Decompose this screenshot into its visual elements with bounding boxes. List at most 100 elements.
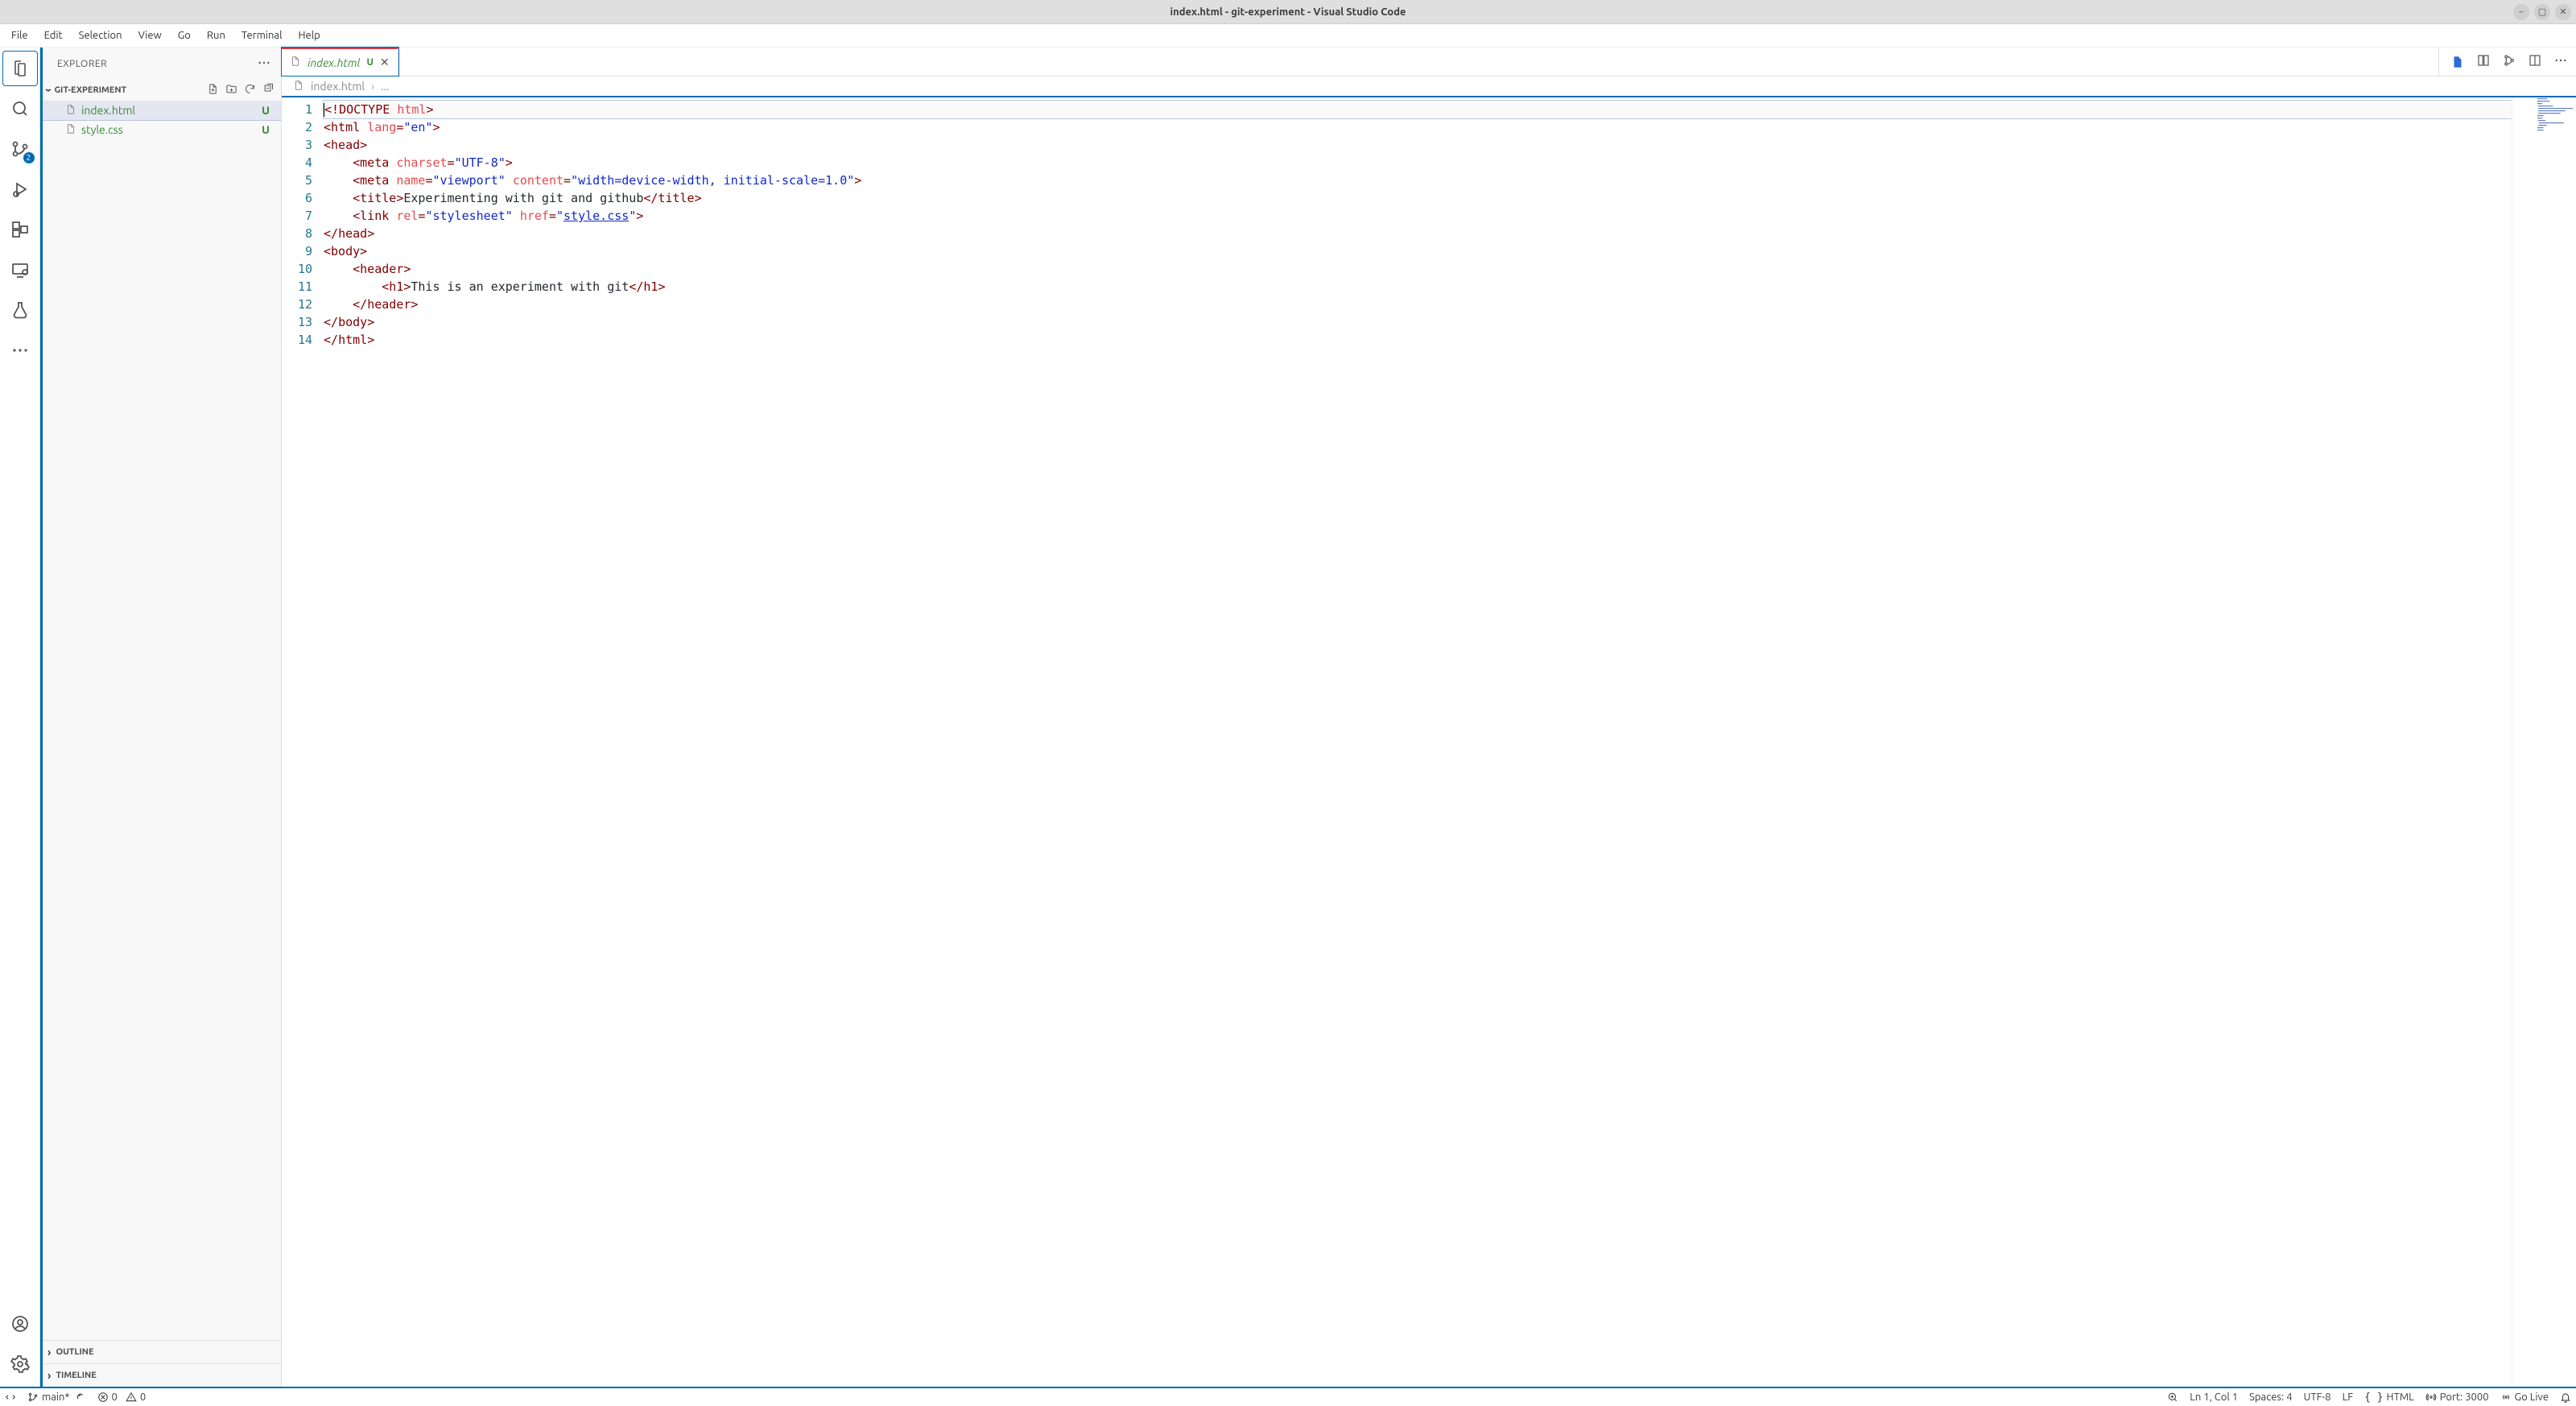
line-number: 5 [282,172,312,189]
timeline-section-header[interactable]: TIMELINE [43,1363,281,1387]
activity-search-icon[interactable] [2,91,38,126]
source-control-badge: 2 [23,152,35,163]
menu-item-edit[interactable]: Edit [36,27,71,44]
menubar: FileEditSelectionViewGoRunTerminalHelp [0,24,2576,47]
go-live-status[interactable]: Go Live [2500,1392,2549,1403]
activity-more-icon[interactable] [2,333,38,368]
line-number: 7 [282,207,312,225]
explorer-sidebar: EXPLORER GIT-EXPERIMENT index.htmlUstyle… [40,48,282,1387]
zoom-reset-icon[interactable] [2167,1392,2178,1403]
editor-area: index.html U ✕ index.html › ... 1234567891… [282,48,2576,1387]
explorer-header: EXPLORER [43,48,281,80]
activity-remote-icon[interactable] [2,252,38,287]
line-number-gutter: 1234567891011121314 [282,97,324,349]
problems-status[interactable]: 0 0 [97,1392,147,1403]
editor-tab-index-html[interactable]: index.html U ✕ [282,48,398,76]
menu-item-terminal[interactable]: Terminal [233,27,291,44]
language-mode-status[interactable]: { } HTML [2364,1392,2414,1404]
git-status-badge: U [366,57,373,68]
line-number: 9 [282,242,312,260]
file-icon [293,80,304,93]
editor-tabs: index.html U ✕ [282,48,2576,77]
git-status-badge: U [262,104,270,117]
code-line[interactable]: <body> [324,242,2576,260]
minimap[interactable]: ▀▀▀▀▀▀▀▀▀▀▀▀▀▀▀▀▀▀▀▀▀▀ ▀▀▀▀▀▀▀▀▀▀▀▀ ▀▀▀▀… [2512,97,2576,1387]
menu-item-run[interactable]: Run [199,27,233,44]
menu-item-go[interactable]: Go [170,27,199,44]
port-status[interactable]: Port: 3000 [2425,1392,2489,1403]
menu-item-file[interactable]: File [3,27,36,44]
warning-count: 0 [140,1392,146,1403]
new-folder-icon[interactable] [225,83,237,97]
code-line[interactable]: <meta charset="UTF-8"> [324,154,2576,172]
minimap-preview: ▀▀▀▀▀▀▀▀▀▀▀▀▀▀▀▀▀▀▀▀▀▀ ▀▀▀▀▀▀▀▀▀▀▀▀ ▀▀▀▀… [2537,99,2573,133]
tab-title: index.html [308,56,360,69]
eol-status[interactable]: LF [2343,1392,2353,1403]
code-line[interactable]: <h1>This is an experiment with git</h1> [324,278,2576,296]
menu-item-help[interactable]: Help [290,27,328,44]
explorer-more-icon[interactable] [257,56,271,72]
explorer-title: EXPLORER [57,59,107,69]
editor-actions [2438,48,2576,76]
code-source[interactable]: <!DOCTYPE html><html lang="en"><head> <m… [324,97,2576,349]
editor-body[interactable]: 1234567891011121314 <!DOCTYPE html><html… [282,97,2576,1387]
code-line[interactable]: <html lang="en"> [324,118,2576,136]
git-status-badge: U [262,123,270,136]
titlebar: index.html - git-experiment - Visual Stu… [0,0,2576,24]
file-icon [65,123,76,137]
activitybar: 2 [0,48,40,1387]
breadcrumb-file: index.html [311,80,365,93]
activity-source-control-icon[interactable]: 2 [2,131,38,167]
window-close-button[interactable]: ✕ [2555,4,2571,20]
activity-account-icon[interactable] [2,1306,38,1342]
notifications-icon[interactable] [2560,1392,2571,1403]
code-line[interactable]: <!DOCTYPE html> [324,101,2576,118]
remote-indicator[interactable] [5,1392,16,1403]
chevron-down-icon [47,84,51,97]
code-line[interactable]: </body> [324,313,2576,331]
activity-run-debug-icon[interactable] [2,172,38,207]
menu-item-view[interactable]: View [130,27,170,44]
code-line[interactable]: <meta name="viewport" content="width=dev… [324,172,2576,189]
file-name: style.css [81,123,123,136]
new-file-icon[interactable] [207,83,219,97]
collapse-all-icon[interactable] [262,83,275,97]
window-maximize-button[interactable]: ▢ [2534,4,2550,20]
git-branch-status[interactable]: main* [27,1392,86,1403]
timeline-label: TIMELINE [56,1371,96,1380]
compare-changes-icon[interactable] [2502,53,2516,70]
breadcrumb-sep: › [371,80,374,93]
line-number: 10 [282,260,312,278]
cursor-position-status[interactable]: Ln 1, Col 1 [2190,1392,2238,1403]
code-line[interactable]: </html> [324,331,2576,349]
activity-extensions-icon[interactable] [2,212,38,247]
file-icon [65,104,76,118]
file-row-index-html[interactable]: index.htmlU [43,101,281,120]
activity-settings-icon[interactable] [2,1346,38,1382]
code-line[interactable]: </head> [324,225,2576,242]
code-line[interactable]: <head> [324,136,2576,154]
code-line[interactable]: <header> [324,260,2576,278]
encoding-status[interactable]: UTF-8 [2304,1392,2331,1403]
statusbar: main* 0 0 Ln 1, Col 1 Spaces: 4 UTF-8 LF… [0,1387,2576,1406]
editor-more-icon[interactable] [2553,53,2568,70]
indentation-status[interactable]: Spaces: 4 [2249,1392,2292,1403]
php-icon[interactable] [2450,55,2465,69]
breadcrumb-tail: ... [381,80,389,93]
split-editor-icon[interactable] [2528,53,2542,70]
outline-section-header[interactable]: OUTLINE [43,1340,281,1363]
code-line[interactable]: </header> [324,296,2576,313]
file-row-style-css[interactable]: style.css U [43,120,281,139]
split-diff-icon[interactable] [2476,53,2491,70]
activity-testing-icon[interactable] [2,292,38,328]
folder-name: GIT-EXPERIMENT [54,85,126,95]
close-tab-icon[interactable]: ✕ [380,56,390,69]
breadcrumb[interactable]: index.html › ... [282,77,2576,97]
code-line[interactable]: <title>Experimenting with git and github… [324,189,2576,207]
code-line[interactable]: <link rel="stylesheet" href="style.css"> [324,207,2576,225]
menu-item-selection[interactable]: Selection [71,27,130,44]
window-minimize-button[interactable]: – [2513,4,2529,20]
refresh-icon[interactable] [244,83,256,97]
activity-explorer-icon[interactable] [2,51,38,86]
folder-section-header[interactable]: GIT-EXPERIMENT [43,80,281,101]
